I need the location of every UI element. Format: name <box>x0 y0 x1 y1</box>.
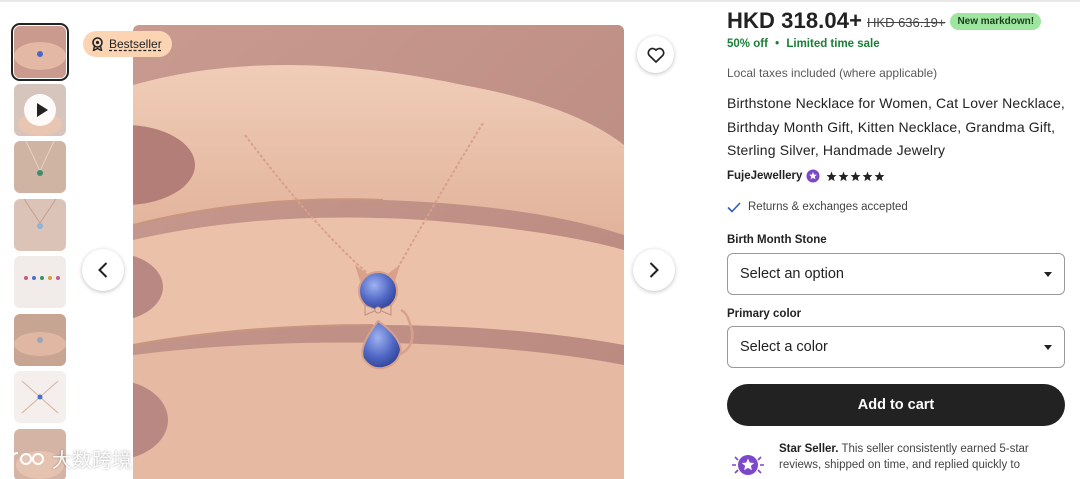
chevron-right-icon <box>649 262 659 278</box>
birth-month-stone-value: Select an option <box>740 266 844 282</box>
thumbnail-7[interactable] <box>14 371 66 423</box>
birth-month-stone-select[interactable]: Select an option <box>727 253 1065 295</box>
primary-color-value: Select a color <box>740 339 828 355</box>
rating-stars[interactable] <box>826 171 885 182</box>
watermark: 大数跨境 <box>8 444 132 473</box>
shop-row: FujeJewellery <box>727 169 885 183</box>
watermark-logo-icon <box>9 451 44 467</box>
star-icon <box>838 171 849 181</box>
thumbnail-3[interactable] <box>14 141 66 193</box>
star-seller-icon <box>732 455 764 475</box>
watermark-text: 大数跨境 <box>52 448 132 472</box>
star-icon <box>826 171 837 181</box>
thumbnail-list <box>11 23 69 479</box>
dropdown-caret-icon <box>1044 271 1052 277</box>
thumbnail-1[interactable] <box>11 23 69 81</box>
star-seller-badge-icon <box>806 169 820 183</box>
sale-note: Limited time sale <box>786 38 880 50</box>
star-seller-text: Star Seller. This seller consistently ea… <box>779 442 1065 473</box>
current-price: HKD 318.04+ <box>727 8 863 33</box>
tax-note: Local taxes included (where applicable) <box>727 66 938 80</box>
play-icon <box>24 93 56 126</box>
original-price: HKD 636.19+ <box>867 15 946 30</box>
thumbnail-4[interactable] <box>14 198 66 251</box>
star-icon <box>874 171 885 181</box>
previous-image-button[interactable] <box>82 249 124 291</box>
sale-separator: • <box>775 38 780 50</box>
discount-text: 50% off <box>727 38 768 50</box>
returns-info: Returns & exchanges accepted <box>727 201 908 213</box>
star-icon <box>850 171 861 181</box>
product-title: Birthstone Necklace for Women, Cat Lover… <box>727 95 1065 158</box>
returns-text: Returns & exchanges accepted <box>748 201 908 213</box>
sale-info: 50% off • Limited time sale <box>727 38 880 50</box>
top-divider <box>0 0 1080 2</box>
new-markdown-badge: New markdown! <box>950 12 1042 30</box>
primary-color-label: Primary color <box>727 308 802 320</box>
star-seller-title: Star Seller. <box>779 443 839 455</box>
favorite-button[interactable] <box>637 36 674 73</box>
next-image-button[interactable] <box>633 249 675 291</box>
shop-name-link[interactable]: FujeJewellery <box>727 170 802 182</box>
dropdown-caret-icon <box>1044 344 1052 350</box>
bestseller-label: Bestseller <box>109 37 162 51</box>
birth-month-stone-label: Birth Month Stone <box>727 234 827 246</box>
main-product-image[interactable] <box>133 25 624 479</box>
thumbnail-5[interactable] <box>14 256 66 308</box>
bestseller-badge[interactable]: Bestseller <box>83 31 172 57</box>
checkmark-icon <box>727 201 741 213</box>
star-icon <box>862 171 873 181</box>
price-row: HKD 318.04+ HKD 636.19+ New markdown! <box>727 8 1042 34</box>
add-to-cart-button[interactable]: Add to cart <box>727 384 1065 426</box>
chevron-left-icon <box>98 262 108 278</box>
award-ribbon-icon <box>92 37 103 51</box>
heart-icon <box>647 47 664 63</box>
thumbnail-6[interactable] <box>14 313 66 366</box>
thumbnail-2-video[interactable] <box>14 83 66 136</box>
primary-color-select[interactable]: Select a color <box>727 326 1065 368</box>
